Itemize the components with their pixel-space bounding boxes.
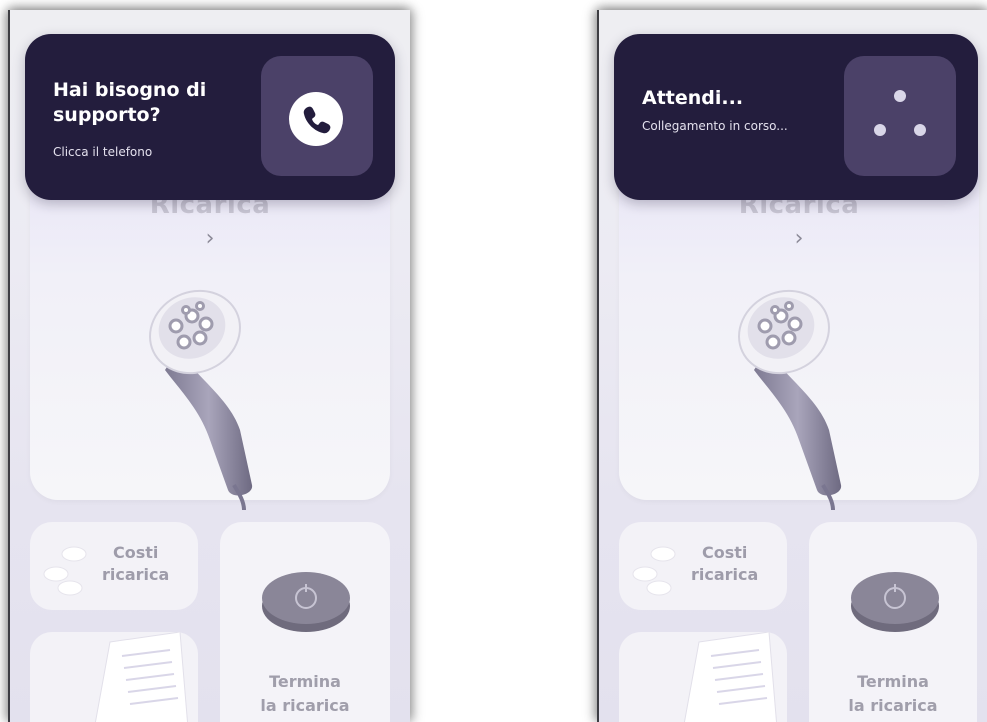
support-banner[interactable]: Hai bisogno di supporto? Clicca il telef… [25,34,395,200]
stop-label-line2: la ricarica [848,696,938,715]
phone-icon [289,92,343,146]
support-banner-title: Hai bisogno di supporto? [53,79,207,126]
screen-edge [8,10,10,722]
call-support-button[interactable] [261,56,373,176]
charging-costs-card[interactable]: Costi ricarica [30,522,198,610]
receipt-card[interactable] [619,632,787,722]
stop-charging-label: Termina la ricarica [809,670,977,718]
charging-costs-label: Costi ricarica [691,542,758,586]
receipt-icon [683,632,778,722]
costs-label-line2: ricarica [102,565,170,584]
coins-icon [43,546,87,596]
stage: Ricarica › Costi ricarica Termina la ric… [0,0,987,722]
stop-device-icon [262,572,350,632]
charging-costs-label: Costi ricarica [102,542,169,586]
coins-icon [632,546,676,596]
loading-indicator [844,56,956,176]
stop-charging-label: Termina la ricarica [220,670,390,718]
receipt-icon [94,632,189,722]
loading-dots-icon [874,90,926,136]
charging-costs-card[interactable]: Costi ricarica [619,522,787,610]
costs-label-line1: Costi [701,543,748,562]
stop-label-line1: Termina [857,672,929,691]
left-screen: Ricarica › Costi ricarica Termina la ric… [8,10,410,722]
support-banner-subtitle: Clicca il telefono [53,145,153,159]
chevron-right-icon: › [205,226,215,251]
costs-label-line1: Costi [112,543,159,562]
chevron-right-icon: › [794,226,804,251]
stop-label-line1: Termina [269,672,341,691]
receipt-card[interactable] [30,632,198,722]
connecting-banner-title: Attendi... [642,87,744,109]
stop-label-line2: la ricarica [260,696,350,715]
right-screen: Ricarica › Costi ricarica Termina la ric… [597,10,987,722]
charger-plug-icon [149,289,253,510]
stop-device-icon [851,572,939,632]
charger-plug-icon [738,289,842,510]
connecting-banner: Attendi... Collegamento in corso... [614,34,978,200]
connecting-banner-subtitle: Collegamento in corso... [642,119,788,133]
stop-charging-card[interactable]: Termina la ricarica [809,522,977,722]
costs-label-line2: ricarica [691,565,759,584]
stop-charging-card[interactable]: Termina la ricarica [220,522,390,722]
screen-edge [597,10,599,722]
